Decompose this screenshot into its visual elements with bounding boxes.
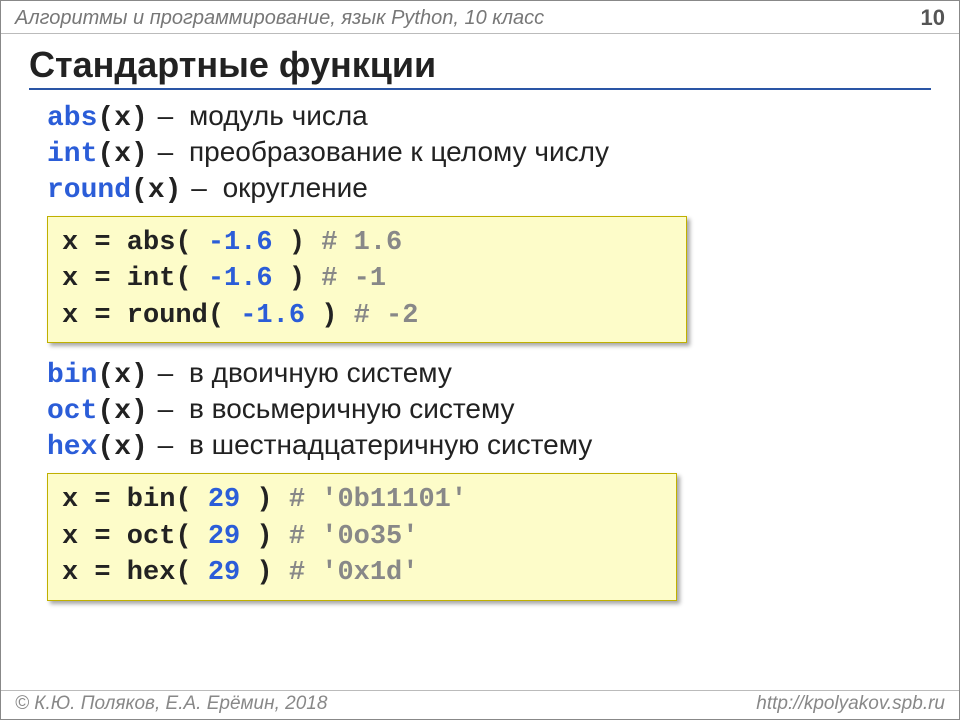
code-text: x = round(: [62, 301, 240, 331]
code-comment: # -1: [321, 264, 386, 294]
function-name: round: [47, 175, 131, 206]
code-number: -1.6: [208, 228, 273, 258]
code-text: ): [240, 485, 289, 515]
footer-url: http://kpolyakov.spb.ru: [756, 693, 945, 715]
function-name: abs: [47, 103, 97, 134]
def-row: oct(x) – в восьмеричную систему: [47, 393, 931, 427]
code-number: -1.6: [240, 301, 305, 331]
code-text: x = oct(: [62, 522, 208, 552]
dash-icon: –: [158, 100, 174, 131]
page-number: 10: [921, 5, 945, 31]
def-row: round(x) – округление: [47, 172, 931, 206]
code-text: x = hex(: [62, 558, 208, 588]
code-number: 29: [208, 485, 240, 515]
footer-copyright: © К.Ю. Поляков, Е.А. Ерёмин, 2018: [15, 693, 327, 715]
function-arg: (x): [97, 103, 147, 134]
breadcrumb: Алгоритмы и программирование, язык Pytho…: [15, 7, 544, 30]
code-comment: # -2: [354, 301, 419, 331]
code-line: x = bin( 29 ) # '0b11101': [62, 482, 662, 518]
function-arg: (x): [97, 432, 147, 463]
function-name: hex: [47, 432, 97, 463]
code-number: 29: [208, 522, 240, 552]
function-name: oct: [47, 396, 97, 427]
code-text: ): [305, 301, 354, 331]
function-desc: модуль числа: [189, 100, 368, 131]
def-row: int(x) – преобразование к целому числу: [47, 136, 931, 170]
code-line: x = int( -1.6 ) # -1: [62, 261, 672, 297]
code-text: x = bin(: [62, 485, 208, 515]
dash-icon: –: [158, 429, 174, 460]
function-name: int: [47, 139, 97, 170]
code-example-box: x = abs( -1.6 ) # 1.6 x = int( -1.6 ) # …: [47, 216, 687, 343]
code-example-box: x = bin( 29 ) # '0b11101' x = oct( 29 ) …: [47, 473, 677, 600]
def-row: hex(x) – в шестнадцатеричную систему: [47, 429, 931, 463]
function-desc: преобразование к целому числу: [189, 136, 609, 167]
function-arg: (x): [97, 360, 147, 391]
code-comment: # 1.6: [321, 228, 402, 258]
function-desc: в двоичную систему: [189, 357, 452, 388]
function-arg: (x): [131, 175, 181, 206]
code-text: ): [240, 522, 289, 552]
def-row: abs(x) – модуль числа: [47, 100, 931, 134]
code-line: x = hex( 29 ) # '0x1d': [62, 555, 662, 591]
function-arg: (x): [97, 396, 147, 427]
function-name: bin: [47, 360, 97, 391]
dash-icon: –: [191, 172, 207, 203]
function-desc: в шестнадцатеричную систему: [189, 429, 592, 460]
function-desc: округление: [223, 172, 368, 203]
header-bar: Алгоритмы и программирование, язык Pytho…: [1, 1, 959, 34]
def-row: bin(x) – в двоичную систему: [47, 357, 931, 391]
code-text: ): [273, 264, 322, 294]
function-arg: (x): [97, 139, 147, 170]
code-number: -1.6: [208, 264, 273, 294]
dash-icon: –: [158, 136, 174, 167]
code-text: x = int(: [62, 264, 208, 294]
code-text: x = abs(: [62, 228, 208, 258]
code-line: x = round( -1.6 ) # -2: [62, 298, 672, 334]
function-desc: в восьмеричную систему: [189, 393, 515, 424]
code-text: ): [240, 558, 289, 588]
code-comment: # '0x1d': [289, 558, 419, 588]
code-comment: # '0b11101': [289, 485, 467, 515]
code-text: ): [273, 228, 322, 258]
dash-icon: –: [158, 393, 174, 424]
code-line: x = abs( -1.6 ) # 1.6: [62, 225, 672, 261]
code-comment: # '0o35': [289, 522, 419, 552]
code-line: x = oct( 29 ) # '0o35': [62, 519, 662, 555]
page-title: Стандартные функции: [29, 44, 931, 90]
dash-icon: –: [158, 357, 174, 388]
code-number: 29: [208, 558, 240, 588]
slide-page: Алгоритмы и программирование, язык Pytho…: [0, 0, 960, 720]
footer-bar: © К.Ю. Поляков, Е.А. Ерёмин, 2018 http:/…: [1, 690, 959, 719]
content-area: abs(x) – модуль числа int(x) – преобразо…: [1, 90, 959, 601]
